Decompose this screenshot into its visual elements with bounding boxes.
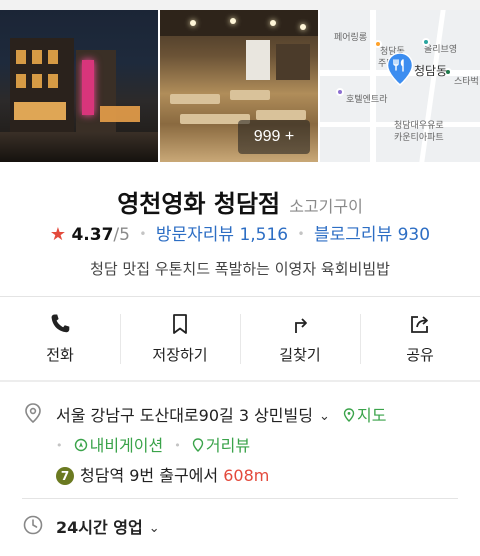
subway-line-badge: 7	[56, 467, 74, 485]
directions-label: 길찾기	[279, 346, 321, 364]
separator-dot: •	[174, 439, 181, 452]
street-view-label: 거리뷰	[205, 436, 251, 455]
call-label: 전화	[46, 346, 74, 364]
action-bar: 전화 저장하기 길찾기 공유	[0, 300, 480, 380]
map-label: 호텔엔트라	[346, 94, 388, 104]
separator-dot: •	[297, 227, 305, 241]
location-pin-icon	[386, 52, 414, 86]
chevron-down-icon[interactable]: ⌄	[319, 409, 330, 424]
place-category: 소고기구이	[289, 197, 363, 216]
subway-text: 청담역 9번 출구에서	[80, 466, 219, 485]
place-header: 영천영화 청담점 소고기구이	[0, 184, 480, 219]
place-name: 영천영화 청담점	[117, 190, 281, 218]
location-icon	[25, 403, 41, 424]
share-button[interactable]: 공유	[360, 300, 480, 380]
subway-distance: 608m	[223, 466, 270, 485]
subway-row: 7 청담역 9번 출구에서 608m	[56, 462, 269, 486]
separator-dot: •	[139, 227, 147, 241]
street-view-link[interactable]: 거리뷰	[192, 436, 250, 455]
hours-text: 24시간 영업	[56, 518, 143, 537]
address-row: 서울 강남구 도산대로90길 3 상민빌딩 ⌄ 지도	[56, 402, 386, 426]
rating-value: 4.37	[71, 225, 114, 245]
mini-map[interactable]: 페어링롱 청담동 주민 올리브영 스타벅 호텔엔트라 청담대우유로 카운티아파트…	[320, 10, 480, 162]
chevron-down-icon[interactable]: ⌄	[149, 521, 160, 536]
save-label: 저장하기	[152, 346, 208, 364]
star-icon: ★	[49, 224, 67, 245]
divider	[0, 296, 480, 297]
top-strip	[0, 0, 480, 10]
navigation-link[interactable]: 내비게이션	[74, 436, 169, 455]
map-label: 카운티아파트	[394, 132, 444, 142]
divider	[22, 498, 458, 499]
clock-icon	[23, 515, 43, 535]
section-divider	[0, 380, 480, 382]
street-view-icon	[192, 438, 204, 452]
photo-interior[interactable]: 999 +	[160, 10, 318, 162]
address-links-row: • 내비게이션 • 거리뷰	[56, 432, 250, 456]
save-button[interactable]: 저장하기	[120, 300, 240, 380]
place-description: 청담 맛집 우톤치드 폭발하는 이영자 육회비빔밥	[90, 260, 390, 278]
address-text[interactable]: 서울 강남구 도산대로90길 3 상민빌딩	[56, 406, 313, 425]
bookmark-icon	[173, 314, 187, 334]
separator-dot: •	[56, 439, 63, 452]
photo-exterior[interactable]	[0, 10, 158, 162]
photo-count-badge[interactable]: 999 +	[238, 120, 310, 154]
share-label: 공유	[406, 346, 434, 364]
share-icon	[411, 316, 428, 333]
directions-icon	[295, 318, 307, 333]
rating-row: ★ 4.37/5 • 방문자리뷰 1,516 • 블로그리뷰 930	[0, 220, 480, 245]
rating-max: /5	[113, 225, 130, 245]
map-pin-icon	[343, 408, 355, 422]
phone-icon	[51, 314, 70, 333]
blog-reviews-link[interactable]: 블로그리뷰 930	[314, 225, 430, 245]
visitor-reviews-link[interactable]: 방문자리뷰 1,516	[156, 225, 288, 245]
photo-gallery[interactable]: 999 + 페어링롱 청담동 주민 올리브영 스타벅 호텔엔트라 청담대우유로 …	[0, 10, 480, 162]
navigation-icon	[74, 438, 87, 452]
call-button[interactable]: 전화	[0, 300, 120, 380]
navigation-label: 내비게이션	[89, 436, 164, 455]
map-link[interactable]: 지도	[343, 406, 386, 425]
hours-row[interactable]: 24시간 영업 ⌄	[56, 514, 160, 538]
map-place-label: 청담동	[414, 64, 448, 78]
map-link-label: 지도	[356, 406, 387, 425]
map-label: 스타벅	[454, 76, 479, 86]
directions-button[interactable]: 길찾기	[240, 300, 360, 380]
map-label: 페어링롱	[334, 32, 368, 42]
